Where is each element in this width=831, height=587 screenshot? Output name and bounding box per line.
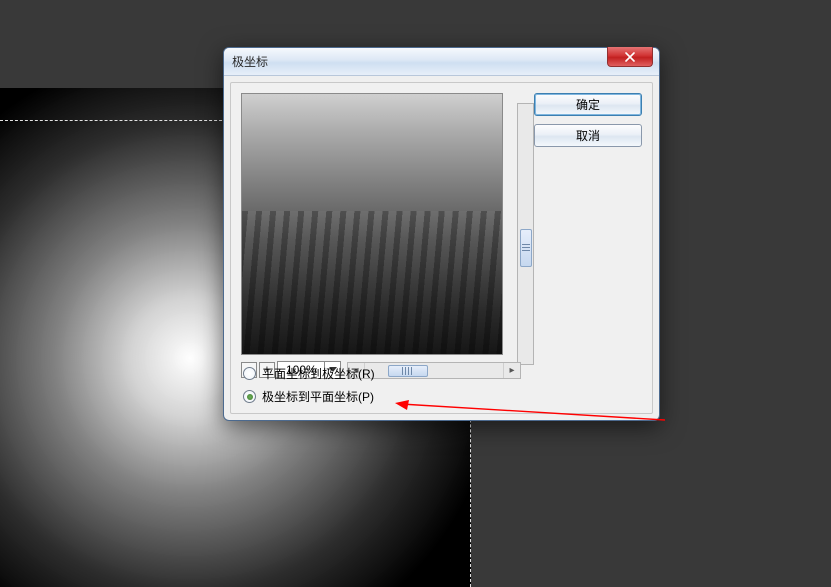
- close-icon: [625, 52, 635, 62]
- radio-icon: [243, 367, 256, 380]
- cancel-button-label: 取消: [576, 127, 600, 144]
- dialog-title: 极坐标: [232, 53, 268, 70]
- scroll-right-button[interactable]: ▸: [503, 363, 520, 378]
- conversion-options: 平面坐标到极坐标(R) 极坐标到平面坐标(P): [243, 365, 375, 405]
- preview-vertical-scrollbar[interactable]: [517, 103, 534, 365]
- option-label: 平面坐标到极坐标(R): [262, 365, 375, 382]
- ok-button-label: 确定: [576, 96, 600, 113]
- option-rect-to-polar[interactable]: 平面坐标到极坐标(R): [243, 365, 375, 382]
- dialog-titlebar[interactable]: 极坐标: [224, 48, 659, 76]
- dialog-body: − + 100% ◂ ▸ 确定: [230, 82, 653, 414]
- option-label: 极坐标到平面坐标(P): [262, 388, 374, 405]
- scrollbar-grip-icon: [402, 367, 412, 375]
- ok-button[interactable]: 确定: [534, 93, 642, 116]
- preview-area: − + 100% ◂ ▸: [241, 93, 521, 379]
- close-button[interactable]: [607, 47, 653, 67]
- filter-preview[interactable]: [241, 93, 503, 355]
- radio-icon: [243, 390, 256, 403]
- dialog-action-buttons: 确定 取消: [534, 93, 642, 147]
- scrollbar-grip-icon: [522, 244, 530, 252]
- preview-texture: [242, 211, 502, 354]
- option-polar-to-rect[interactable]: 极坐标到平面坐标(P): [243, 388, 375, 405]
- cancel-button[interactable]: 取消: [534, 124, 642, 147]
- polar-coordinates-dialog: 极坐标 − + 100%: [223, 47, 660, 421]
